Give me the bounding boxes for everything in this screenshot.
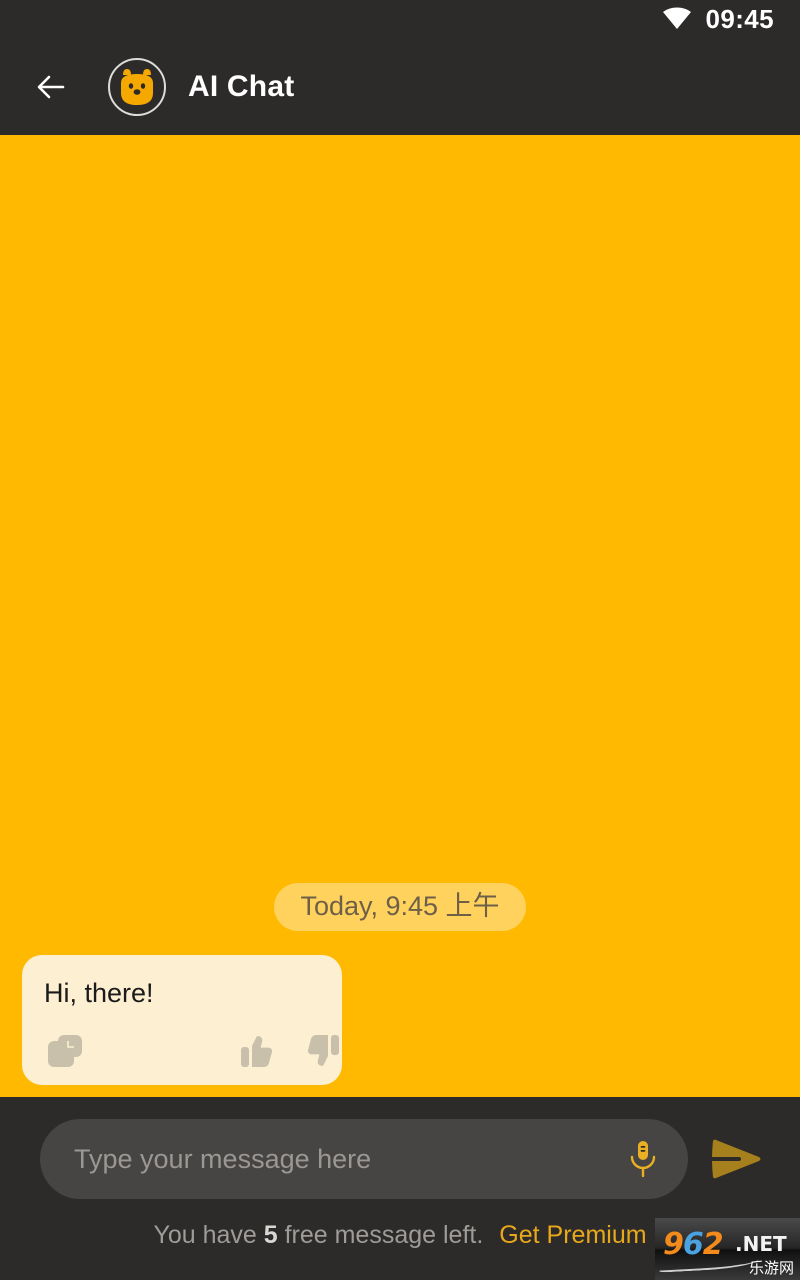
message-input[interactable]	[74, 1143, 624, 1175]
copy-icon	[46, 1033, 84, 1069]
send-icon	[709, 1135, 763, 1183]
microphone-button[interactable]	[624, 1137, 662, 1181]
app-screen: 09:45 AI Chat Today, 9:45 上午 Hi, there! …	[0, 0, 800, 1280]
watermark-cn-text: 乐游网	[748, 1259, 794, 1277]
wifi-icon	[662, 7, 692, 31]
back-arrow-icon	[34, 70, 68, 104]
watermark-logo: 962	[663, 1227, 724, 1262]
chat-timestamp: Today, 9:45 上午	[274, 882, 526, 932]
watermark-net: .NET	[735, 1232, 787, 1256]
get-premium-link[interactable]: Get Premium	[499, 1223, 646, 1248]
send-button[interactable]	[700, 1123, 772, 1195]
message-actions	[44, 1033, 339, 1069]
thumbs-up-icon	[240, 1033, 274, 1069]
message-input-container[interactable]	[40, 1119, 688, 1199]
copy-button[interactable]	[46, 1033, 84, 1069]
microphone-icon	[628, 1139, 658, 1179]
message-text: Hi, there!	[44, 978, 154, 1009]
composer-bar: You have 5 free message left. Get Premiu…	[0, 1097, 800, 1280]
quota-prefix: You have	[153, 1221, 264, 1249]
watermark-digit-2: 2	[702, 1227, 724, 1262]
back-button[interactable]	[26, 62, 76, 112]
bear-avatar-icon	[111, 61, 163, 113]
site-watermark: 962 .NET 乐游网	[655, 1218, 800, 1280]
quota-count: 5	[263, 1221, 278, 1249]
page-title: AI Chat	[188, 69, 295, 103]
app-bar: AI Chat	[0, 38, 800, 135]
status-time: 09:45	[705, 4, 774, 34]
quota-suffix: free message left.	[277, 1221, 484, 1249]
avatar[interactable]	[108, 57, 166, 116]
thumbs-down-button[interactable]	[306, 1033, 340, 1069]
status-bar: 09:45	[0, 0, 800, 38]
chat-message-list: Today, 9:45 上午 Hi, there!	[0, 135, 800, 1097]
watermark-digit-9: 9	[663, 1227, 684, 1262]
timestamp-row: Today, 9:45 上午	[0, 882, 800, 932]
watermark-digit-6: 6	[682, 1227, 704, 1262]
thumbs-up-button[interactable]	[240, 1033, 274, 1069]
thumbs-down-icon	[306, 1033, 340, 1069]
input-row	[0, 1119, 800, 1199]
message-row-assistant: Hi, there!	[0, 955, 800, 1085]
assistant-message-bubble: Hi, there!	[22, 955, 342, 1085]
